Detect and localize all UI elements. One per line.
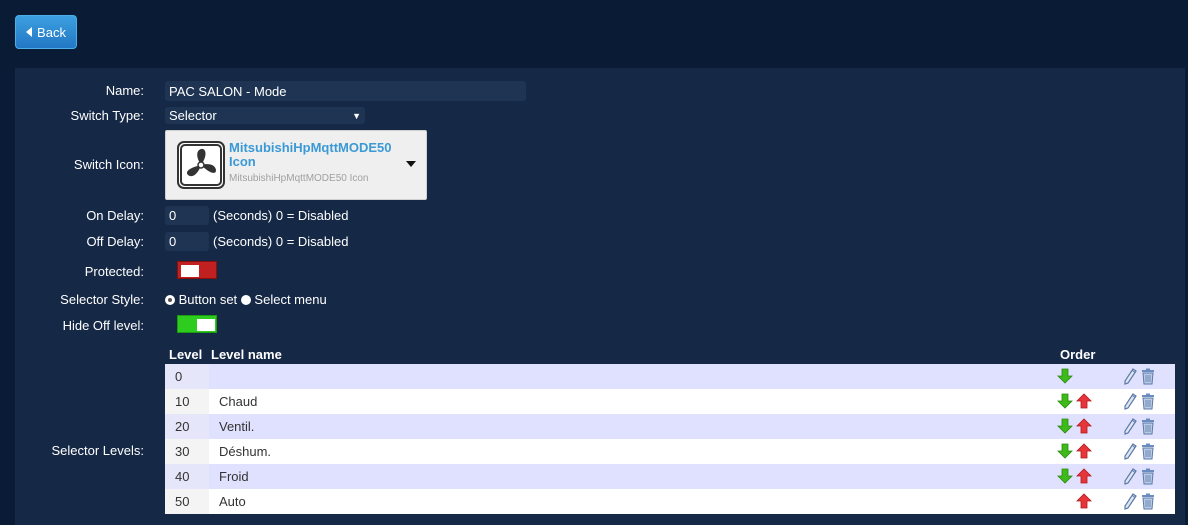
toggle-knob — [181, 265, 199, 277]
select-menu-label: Select menu — [254, 292, 327, 307]
hide-off-level-label: Hide Off level: — [62, 318, 144, 333]
off-delay-label: Off Delay: — [86, 234, 144, 249]
table-row: 0 — [165, 364, 1175, 389]
table-row: 20 Ventil. — [165, 414, 1175, 439]
switch-type-label: Switch Type: — [70, 108, 144, 123]
back-button[interactable]: Back — [15, 15, 77, 49]
trash-icon[interactable] — [1141, 368, 1155, 385]
level-value: 50 — [165, 489, 209, 514]
col-level-name-header: Level name — [211, 347, 282, 362]
on-delay-input[interactable] — [165, 206, 209, 225]
level-name: Auto — [219, 494, 246, 509]
icon-subtitle: MitsubishiHpMqttMODE50 Icon — [229, 173, 369, 184]
chevron-down-icon — [406, 161, 416, 167]
arrow-down-icon[interactable] — [1057, 443, 1073, 459]
selector-levels-label: Selector Levels: — [51, 443, 145, 458]
arrow-down-icon[interactable] — [1057, 393, 1073, 409]
arrow-up-icon[interactable] — [1076, 468, 1092, 484]
table-row: 10 Chaud — [165, 389, 1175, 414]
trash-icon[interactable] — [1141, 468, 1155, 485]
icon-title: MitsubishiHpMqttMODE50 Icon — [229, 140, 392, 169]
off-delay-input[interactable] — [165, 232, 209, 251]
button-set-label: Button set — [178, 292, 238, 307]
table-row: 30 Déshum. — [165, 439, 1175, 464]
level-value: 20 — [165, 414, 209, 439]
caret-left-icon — [26, 27, 33, 37]
trash-icon[interactable] — [1141, 393, 1155, 410]
table-row: 40 Froid — [165, 464, 1175, 489]
arrow-down-icon[interactable] — [1057, 468, 1073, 484]
pencil-icon[interactable] — [1123, 443, 1137, 460]
col-level-header: Level — [169, 347, 203, 362]
select-menu-radio[interactable] — [240, 295, 251, 305]
level-value: 30 — [165, 439, 209, 464]
level-name: Ventil. — [219, 419, 255, 434]
selector-style-options: Button set Select menu — [165, 292, 327, 307]
on-delay-label: On Delay: — [86, 208, 144, 223]
pencil-icon[interactable] — [1123, 468, 1137, 485]
arrow-down-icon[interactable] — [1057, 368, 1073, 384]
protected-label: Protected: — [84, 264, 144, 279]
pencil-icon[interactable] — [1123, 368, 1137, 385]
back-button-label: Back — [37, 24, 66, 40]
trash-icon[interactable] — [1141, 443, 1155, 460]
on-delay-hint: (Seconds) 0 = Disabled — [213, 208, 349, 223]
arrow-up-icon[interactable] — [1076, 493, 1092, 509]
arrow-up-icon[interactable] — [1076, 443, 1092, 459]
fan-icon — [177, 141, 225, 189]
hide-off-level-toggle[interactable] — [177, 315, 217, 333]
arrow-up-icon[interactable] — [1076, 418, 1092, 434]
level-name: Chaud — [219, 394, 258, 409]
selector-style-label: Selector Style: — [60, 292, 144, 307]
pencil-icon[interactable] — [1123, 493, 1137, 510]
name-input[interactable] — [165, 81, 526, 101]
level-value: 40 — [165, 464, 209, 489]
switch-type-select[interactable]: Selector ▼ — [165, 107, 365, 124]
trash-icon[interactable] — [1141, 418, 1155, 435]
level-value: 0 — [165, 364, 209, 389]
switch-type-value: Selector — [169, 108, 217, 123]
toggle-knob — [197, 319, 215, 331]
off-delay-hint: (Seconds) 0 = Disabled — [213, 234, 349, 249]
arrow-down-icon[interactable] — [1057, 418, 1073, 434]
table-row: 50 Auto — [165, 489, 1175, 514]
pencil-icon[interactable] — [1123, 393, 1137, 410]
button-set-radio[interactable] — [165, 295, 175, 305]
chevron-down-icon: ▼ — [352, 110, 361, 121]
name-label: Name: — [105, 83, 144, 98]
top-bar: Back — [0, 0, 1188, 68]
switch-icon-label: Switch Icon: — [73, 157, 144, 172]
arrow-up-icon[interactable] — [1076, 393, 1092, 409]
trash-icon[interactable] — [1141, 493, 1155, 510]
switch-icon-dropdown[interactable]: MitsubishiHpMqttMODE50 Icon MitsubishiHp… — [165, 130, 427, 200]
pencil-icon[interactable] — [1123, 418, 1137, 435]
level-name: Déshum. — [219, 444, 272, 459]
col-order-header: Order — [1060, 347, 1096, 362]
protected-toggle[interactable] — [177, 261, 217, 279]
level-name: Froid — [219, 469, 249, 484]
level-value: 10 — [165, 389, 209, 414]
